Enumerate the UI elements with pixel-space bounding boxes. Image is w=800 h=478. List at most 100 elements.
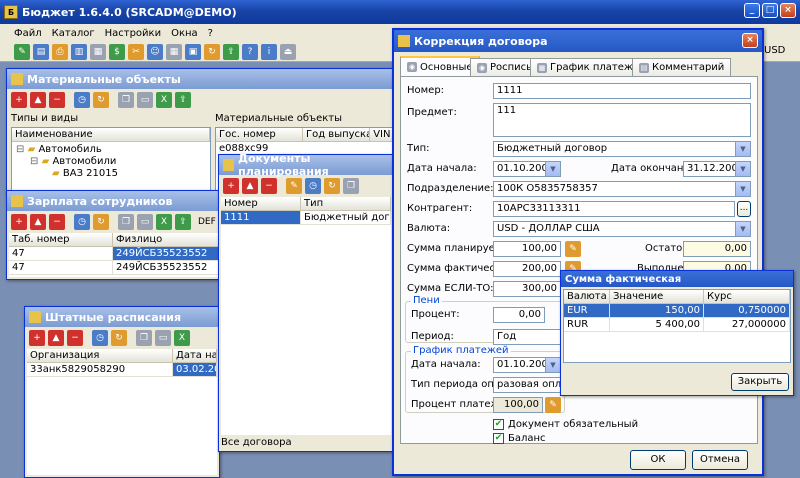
close-button[interactable]: × <box>780 3 796 18</box>
pay-percent-input[interactable]: 100,00 <box>493 397 543 413</box>
table-row[interactable]: 47 249ЙСБ35523552 <box>9 247 233 261</box>
start-date-input[interactable]: 01.10.2004 ▼ <box>493 161 561 177</box>
period-select[interactable]: Год <box>493 329 561 345</box>
schedule-start-input[interactable]: 01.10.2004 ▼ <box>493 357 561 373</box>
tab-comment[interactable]: ▤ Комментарий <box>632 58 732 76</box>
up-icon[interactable]: ▲ <box>242 178 258 194</box>
type-select[interactable]: Бюджетный договор ▼ <box>493 141 751 157</box>
column-header[interactable]: Валюта <box>564 290 610 304</box>
add-icon[interactable]: + <box>11 214 27 230</box>
column-header[interactable]: Гос. номер <box>216 128 303 142</box>
column-header[interactable]: Тип <box>301 197 391 211</box>
delete-icon[interactable]: − <box>67 330 83 346</box>
column-header[interactable]: Курс <box>704 290 790 304</box>
window-layout-icon[interactable]: ▭ <box>137 214 153 230</box>
copy-icon[interactable]: ❐ <box>343 178 359 194</box>
column-header[interactable]: Номер <box>221 197 301 211</box>
percent-input[interactable]: 0,00 <box>493 307 545 323</box>
column-header[interactable]: Значение <box>610 290 704 304</box>
pay-type-select[interactable]: разовая оплата <box>493 377 561 393</box>
money-icon[interactable]: $ <box>109 43 125 60</box>
help-icon[interactable]: ? <box>242 43 258 60</box>
export-icon[interactable]: ⇪ <box>175 92 191 108</box>
currency-select[interactable]: USD - ДОЛЛАР США ▼ <box>493 221 751 237</box>
calendar-icon[interactable]: ▣ <box>185 43 201 60</box>
refresh-icon[interactable]: ↻ <box>324 178 340 194</box>
delete-icon[interactable]: − <box>261 178 277 194</box>
number-input[interactable]: 1111 <box>493 83 751 99</box>
menu-catalog[interactable]: Каталог <box>52 28 95 39</box>
chevron-down-icon[interactable]: ▼ <box>735 222 750 236</box>
column-header[interactable]: Год выпуска <box>302 128 371 142</box>
exit-icon[interactable]: ⏏ <box>280 43 296 60</box>
minimize-button[interactable]: _ <box>744 3 760 18</box>
division-select[interactable]: 100К О5835758357 ▼ <box>493 181 751 197</box>
clock-icon[interactable]: ◷ <box>74 92 90 108</box>
refresh-icon[interactable]: ↻ <box>93 92 109 108</box>
add-icon[interactable]: + <box>11 92 27 108</box>
edit-icon[interactable]: ✎ <box>565 241 581 257</box>
export-icon[interactable]: ⇪ <box>175 214 191 230</box>
popup-close-button[interactable]: Закрыть <box>731 373 789 391</box>
column-header[interactable]: Дата начал <box>173 349 217 363</box>
column-header[interactable]: Организация <box>27 349 173 363</box>
cancel-button[interactable]: Отмена <box>692 450 748 470</box>
tree-item[interactable]: ⊟ ▰ Автомобиль <box>12 142 210 155</box>
tree-item[interactable]: ⊟ ▰ Автомобили <box>12 155 210 167</box>
refresh-icon[interactable]: ↻ <box>111 330 127 346</box>
excel-icon[interactable]: X <box>156 92 172 108</box>
table-row[interactable]: 47 249ЙСБ35523552 <box>9 261 233 275</box>
maximize-button[interactable]: □ <box>762 3 778 18</box>
dialog-close-button[interactable]: × <box>742 33 758 48</box>
report-icon[interactable]: ▦ <box>90 43 106 60</box>
edit-icon[interactable]: ✎ <box>545 397 561 413</box>
subject-input[interactable]: 111 <box>493 103 751 137</box>
contractor-browse-button[interactable]: ... <box>737 201 751 217</box>
export-icon[interactable]: ⇪ <box>223 43 239 60</box>
up-icon[interactable]: ▲ <box>48 330 64 346</box>
sum-fact-input[interactable]: 200,00 <box>493 261 561 277</box>
chevron-down-icon[interactable]: ▼ <box>735 142 750 156</box>
catalog-icon[interactable]: ▤ <box>33 43 49 60</box>
chevron-down-icon[interactable]: ▼ <box>545 162 560 176</box>
up-icon[interactable]: ▲ <box>30 92 46 108</box>
clock-icon[interactable]: ◷ <box>305 178 321 194</box>
end-date-input[interactable]: 31.12.2004 ▼ <box>683 161 751 177</box>
copy-icon[interactable]: ❐ <box>118 214 134 230</box>
window-layout-icon[interactable]: ▭ <box>155 330 171 346</box>
info-icon[interactable]: i <box>261 43 277 60</box>
excel-icon[interactable]: X <box>174 330 190 346</box>
table-icon[interactable]: ▦ <box>166 43 182 60</box>
sum-plan-input[interactable]: 100,00 <box>493 241 561 257</box>
menu-file[interactable]: Файл <box>14 28 42 39</box>
edit-icon[interactable]: ✎ <box>14 43 30 60</box>
edit-icon[interactable]: ✎ <box>286 178 302 194</box>
tools-icon[interactable]: ✂ <box>128 43 144 60</box>
sum-if-input[interactable]: 300,00 <box>493 281 561 297</box>
column-header[interactable]: VIN <box>370 128 394 142</box>
clock-icon[interactable]: ◷ <box>74 214 90 230</box>
tab-main[interactable]: ◉ Основные <box>400 56 480 76</box>
chevron-down-icon[interactable]: ▼ <box>735 182 750 196</box>
menu-help[interactable]: ? <box>208 28 213 39</box>
tree-column-header[interactable]: Наименование <box>12 128 210 142</box>
refresh-icon[interactable]: ↻ <box>204 43 220 60</box>
table-row[interactable]: 1111 Бюджетный договор <box>221 211 391 225</box>
add-icon[interactable]: + <box>223 178 239 194</box>
refresh-icon[interactable]: ↻ <box>93 214 109 230</box>
table-row[interactable]: EUR 150,00 0,750000 <box>564 304 790 318</box>
delete-icon[interactable]: − <box>49 214 65 230</box>
people-icon[interactable]: ☺ <box>147 43 163 60</box>
column-header[interactable]: Физлицо <box>113 233 233 247</box>
chevron-down-icon[interactable]: ▼ <box>735 162 750 176</box>
up-icon[interactable]: ▲ <box>30 214 46 230</box>
excel-icon[interactable]: X <box>156 214 172 230</box>
print-icon[interactable]: ⎙ <box>52 43 68 60</box>
menu-settings[interactable]: Настройки <box>105 28 161 39</box>
contractor-input[interactable]: 10АРС33113311 <box>493 201 735 217</box>
column-header[interactable]: Таб. номер <box>9 233 113 247</box>
copy-icon[interactable]: ❐ <box>118 92 134 108</box>
table-row[interactable]: RUR 5 400,00 27,000000 <box>564 318 790 332</box>
menu-windows[interactable]: Окна <box>171 28 198 39</box>
table-row[interactable]: 33анк5829058290 03.02.2005 <box>27 363 217 377</box>
